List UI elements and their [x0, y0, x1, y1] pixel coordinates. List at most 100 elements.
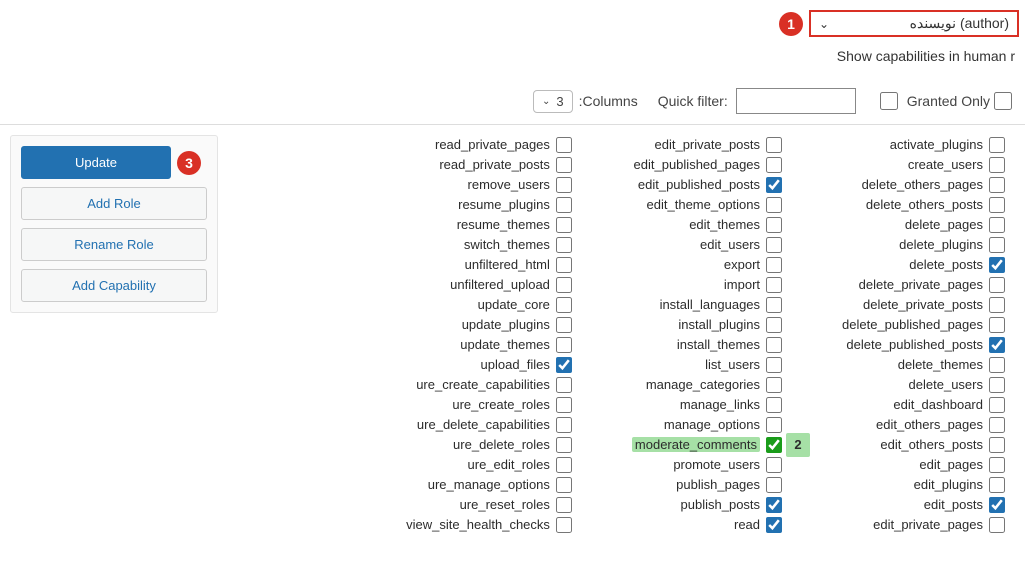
capability-checkbox[interactable] — [989, 397, 1005, 413]
capability-checkbox[interactable] — [989, 197, 1005, 213]
capability-checkbox[interactable] — [766, 517, 782, 533]
update-button[interactable]: Update — [21, 146, 171, 179]
add-role-button[interactable]: Add Role — [21, 187, 207, 220]
capability-checkbox[interactable] — [989, 497, 1005, 513]
capability-checkbox[interactable] — [556, 157, 572, 173]
capability-checkbox[interactable] — [766, 217, 782, 233]
capability-checkbox[interactable] — [766, 337, 782, 353]
capability-checkbox[interactable] — [766, 257, 782, 273]
capability-checkbox[interactable] — [989, 437, 1005, 453]
capability-row: edit_themes — [632, 215, 782, 234]
role-selector[interactable]: ⌄ نویسنده (author) — [809, 10, 1019, 37]
granted-only-label: Granted Only — [907, 93, 990, 109]
capability-label: ure_reset_roles — [460, 497, 550, 512]
capability-checkbox[interactable] — [989, 517, 1005, 533]
capability-row: delete_private_pages — [842, 275, 1005, 294]
capability-checkbox[interactable] — [766, 297, 782, 313]
capability-checkbox[interactable] — [766, 357, 782, 373]
capability-checkbox[interactable] — [766, 477, 782, 493]
capability-checkbox[interactable] — [556, 337, 572, 353]
capability-checkbox[interactable] — [989, 337, 1005, 353]
capability-row: edit_private_pages — [842, 515, 1005, 534]
capability-checkbox[interactable] — [556, 197, 572, 213]
capability-checkbox[interactable] — [989, 157, 1005, 173]
capability-checkbox[interactable] — [556, 237, 572, 253]
capability-checkbox[interactable] — [556, 477, 572, 493]
capability-checkbox[interactable] — [766, 237, 782, 253]
capability-checkbox[interactable] — [556, 297, 572, 313]
capability-checkbox[interactable] — [556, 457, 572, 473]
capability-checkbox[interactable] — [556, 517, 572, 533]
capability-checkbox[interactable] — [556, 377, 572, 393]
capability-checkbox[interactable] — [989, 237, 1005, 253]
capability-label: install_plugins — [678, 317, 760, 332]
capability-row: export — [632, 255, 782, 274]
capability-row: edit_users — [632, 235, 782, 254]
capability-checkbox[interactable] — [989, 317, 1005, 333]
capability-checkbox[interactable] — [766, 137, 782, 153]
capability-label: switch_themes — [464, 237, 550, 252]
capability-checkbox[interactable] — [556, 257, 572, 273]
capability-label: promote_users — [673, 457, 760, 472]
capability-checkbox[interactable] — [989, 277, 1005, 293]
capability-checkbox[interactable] — [556, 177, 572, 193]
capability-checkbox[interactable] — [556, 277, 572, 293]
capability-row: unfiltered_upload — [406, 275, 572, 294]
cap-column-2: edit_private_postsedit_published_pagesed… — [632, 135, 782, 534]
marker-3: 3 — [177, 151, 201, 175]
capability-checkbox[interactable] — [766, 397, 782, 413]
capability-checkbox[interactable] — [766, 497, 782, 513]
capability-row: remove_users — [406, 175, 572, 194]
capability-checkbox[interactable] — [556, 317, 572, 333]
capability-checkbox[interactable] — [556, 497, 572, 513]
capability-checkbox[interactable] — [766, 157, 782, 173]
capability-row: update_core — [406, 295, 572, 314]
quick-filter-input[interactable] — [736, 88, 856, 114]
capability-checkbox[interactable] — [989, 357, 1005, 373]
capability-checkbox[interactable] — [556, 137, 572, 153]
capability-checkbox[interactable] — [766, 417, 782, 433]
role-selector-label: نویسنده (author) — [910, 15, 1009, 32]
capability-checkbox[interactable] — [989, 477, 1005, 493]
chevron-down-icon: ⌄ — [542, 96, 550, 107]
add-capability-button[interactable]: Add Capability — [21, 269, 207, 302]
capability-label: ure_manage_options — [428, 477, 550, 492]
capability-checkbox[interactable] — [556, 357, 572, 373]
rename-role-button[interactable]: Rename Role — [21, 228, 207, 261]
capability-checkbox[interactable] — [556, 417, 572, 433]
capability-label: delete_plugins — [899, 237, 983, 252]
capability-checkbox[interactable] — [766, 437, 782, 453]
capability-checkbox[interactable] — [766, 377, 782, 393]
capability-checkbox[interactable] — [989, 417, 1005, 433]
capability-row: edit_published_posts — [632, 175, 782, 194]
capability-checkbox[interactable] — [766, 277, 782, 293]
capability-row: manage_options — [632, 415, 782, 434]
capability-checkbox[interactable] — [989, 257, 1005, 273]
capability-label: ure_delete_capabilities — [417, 417, 550, 432]
capability-checkbox[interactable] — [556, 437, 572, 453]
capability-row: delete_others_pages — [842, 175, 1005, 194]
capability-checkbox[interactable] — [989, 297, 1005, 313]
capability-row: edit_plugins — [842, 475, 1005, 494]
capability-checkbox[interactable] — [989, 377, 1005, 393]
granted-only-checkbox-2[interactable] — [994, 92, 1012, 110]
capability-checkbox[interactable] — [989, 177, 1005, 193]
capability-row: ure_edit_roles — [406, 455, 572, 474]
capability-checkbox[interactable] — [766, 197, 782, 213]
granted-only-checkbox[interactable] — [880, 92, 898, 110]
capability-checkbox[interactable] — [766, 177, 782, 193]
capability-checkbox[interactable] — [556, 217, 572, 233]
capability-row: delete_posts — [842, 255, 1005, 274]
capability-label: edit_theme_options — [647, 197, 760, 212]
columns-select[interactable]: ⌄ 3 — [533, 90, 573, 113]
capability-checkbox[interactable] — [989, 457, 1005, 473]
capability-label: edit_dashboard — [893, 397, 983, 412]
capability-checkbox[interactable] — [766, 317, 782, 333]
capability-label: delete_pages — [905, 217, 983, 232]
capability-checkbox[interactable] — [989, 217, 1005, 233]
capability-label: edit_private_posts — [655, 137, 761, 152]
capability-checkbox[interactable] — [766, 457, 782, 473]
capability-label: remove_users — [468, 177, 550, 192]
capability-checkbox[interactable] — [989, 137, 1005, 153]
capability-checkbox[interactable] — [556, 397, 572, 413]
